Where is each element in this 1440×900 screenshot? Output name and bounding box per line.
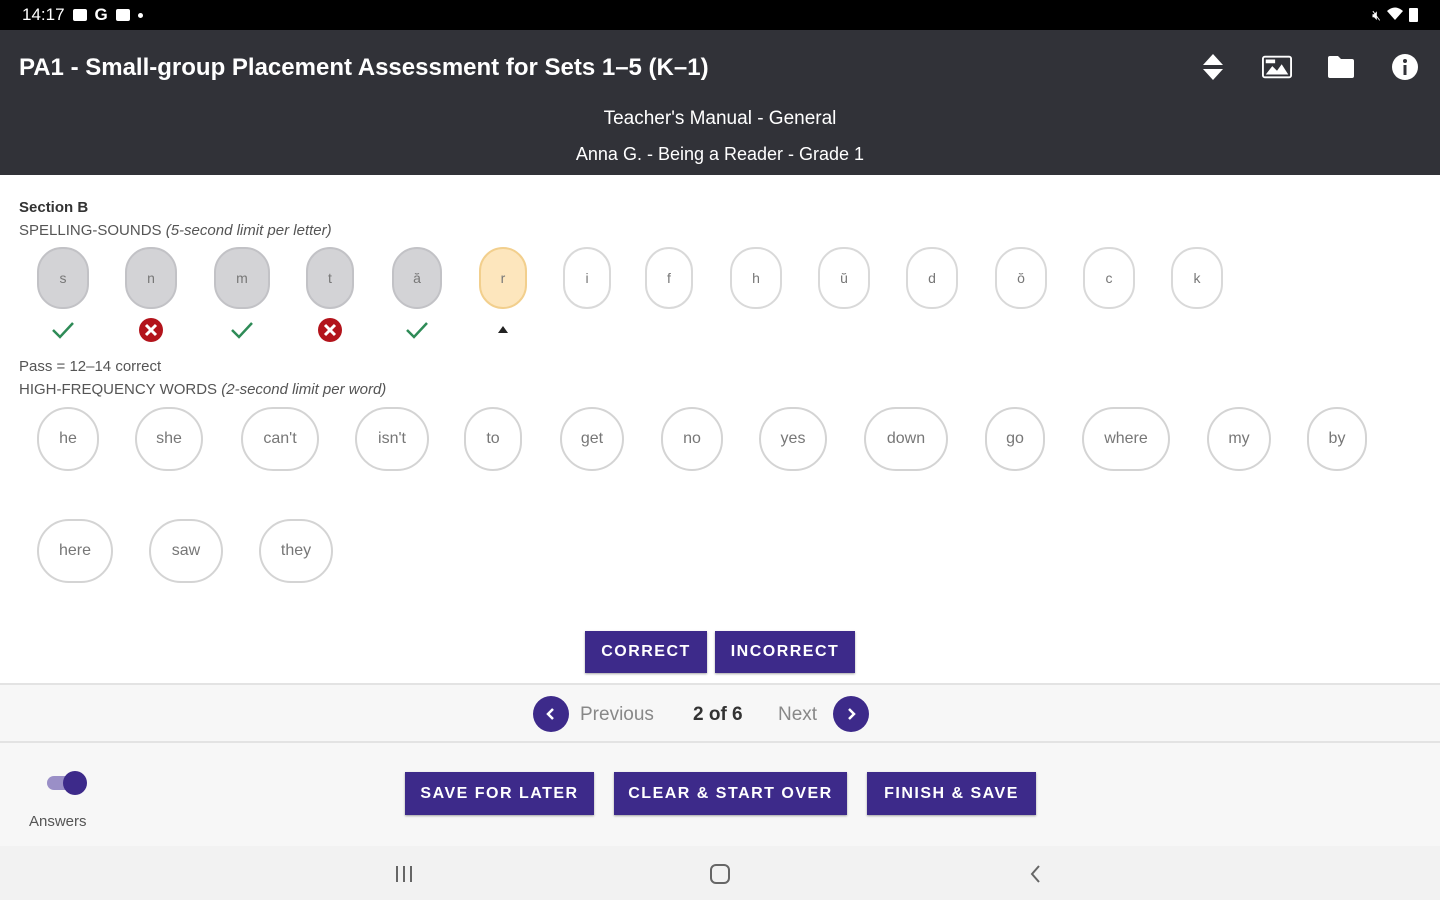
page-title: PA1 - Small-group Placement Assessment f… [19,54,709,81]
spelling-heading: SPELLING-SOUNDS (5-second limit per lett… [19,222,332,239]
battery-icon [1409,8,1418,22]
dot-icon [137,12,143,18]
letter-card[interactable]: t [306,247,354,309]
letter-card[interactable]: ŏ [995,247,1047,309]
letter-card[interactable]: c [1083,247,1135,309]
spelling-label: SPELLING-SOUNDS [19,222,162,239]
previous-label[interactable]: Previous [580,704,654,726]
google-icon: G [94,5,108,24]
word-card[interactable]: can't [241,407,319,471]
word-card[interactable]: he [37,407,99,471]
letter-card[interactable]: m [214,247,270,309]
clear-start-over-button[interactable]: CLEAR & START OVER [614,772,847,815]
manual-subtitle: Teacher's Manual - General [603,108,837,129]
wifi-icon [1387,7,1403,23]
student-line: Anna G. - Being a Reader - Grade 1 [575,144,865,164]
word-card[interactable]: yes [759,407,827,471]
status-time: 14:17 [22,5,65,24]
word-card[interactable]: down [864,407,948,471]
check-icon [402,316,432,344]
letter-card[interactable]: ă [392,247,442,309]
letter-card[interactable]: ŭ [818,247,870,309]
next-button[interactable] [833,696,869,732]
incorrect-icon [136,316,166,344]
word-card[interactable]: by [1307,407,1367,471]
letter-card[interactable]: i [563,247,611,309]
previous-button[interactable] [533,696,569,732]
letter-card[interactable]: n [125,247,177,309]
current-caret-icon [498,326,508,333]
letter-card[interactable]: f [645,247,693,309]
recent-apps-icon[interactable] [390,860,418,888]
word-card[interactable]: get [560,407,624,471]
next-label[interactable]: Next [778,704,817,726]
incorrect-icon [315,316,345,344]
footer-bar: Answers SAVE FOR LATER CLEAR & START OVE… [0,743,1440,846]
word-card[interactable]: my [1207,407,1271,471]
finish-save-button[interactable]: FINISH & SAVE [867,772,1036,815]
letter-card[interactable]: s [37,247,89,309]
status-bar: 14:17 G 🔇︎ [0,0,1440,30]
word-card[interactable]: where [1082,407,1170,471]
home-icon[interactable] [706,860,734,888]
info-icon[interactable] [1390,52,1420,82]
letter-card[interactable]: d [906,247,958,309]
mute-icon: 🔇︎ [1372,6,1381,23]
incorrect-button[interactable]: INCORRECT [715,631,855,673]
check-icon [227,316,257,344]
word-card[interactable]: here [37,519,113,583]
check-icon [48,316,78,344]
pass-text: Pass = 12–14 correct [19,358,162,375]
hf-note: (2-second limit per word) [221,381,387,398]
chevron-left-icon [546,708,554,720]
section-title: Section B [19,199,89,216]
calendar-icon [115,9,130,21]
gallery-icon [72,9,87,21]
back-icon[interactable] [1022,860,1050,888]
word-card[interactable]: saw [149,519,223,583]
chevron-right-icon [848,708,856,720]
hf-heading: HIGH-FREQUENCY WORDS (2-second limit per… [19,381,386,398]
word-card[interactable]: no [661,407,723,471]
word-card[interactable]: they [259,519,333,583]
correct-button[interactable]: CORRECT [585,631,707,673]
image-icon[interactable] [1262,52,1292,82]
letter-card[interactable]: h [730,247,782,309]
letter-card[interactable]: k [1171,247,1223,309]
word-card[interactable]: to [464,407,522,471]
answers-toggle[interactable] [47,771,87,795]
pager: Previous 2 of 6 Next [0,683,1440,743]
word-card[interactable]: go [985,407,1045,471]
folder-icon[interactable] [1326,52,1356,82]
spelling-note: (5-second limit per letter) [165,222,332,239]
app-header: PA1 - Small-group Placement Assessment f… [0,30,1440,175]
sort-icon[interactable] [1198,52,1228,82]
toggle-thumb [63,771,87,795]
answers-toggle-label: Answers [29,813,87,830]
word-card[interactable]: isn't [355,407,429,471]
word-card[interactable]: she [135,407,203,471]
assessment-main: Section B SPELLING-SOUNDS (5-second limi… [0,175,1440,683]
hf-label: HIGH-FREQUENCY WORDS [19,381,218,398]
save-for-later-button[interactable]: SAVE FOR LATER [405,772,594,815]
letter-card[interactable]: r [479,247,527,309]
page-count: 2 of 6 [693,704,743,725]
system-nav-bar [0,846,1440,900]
